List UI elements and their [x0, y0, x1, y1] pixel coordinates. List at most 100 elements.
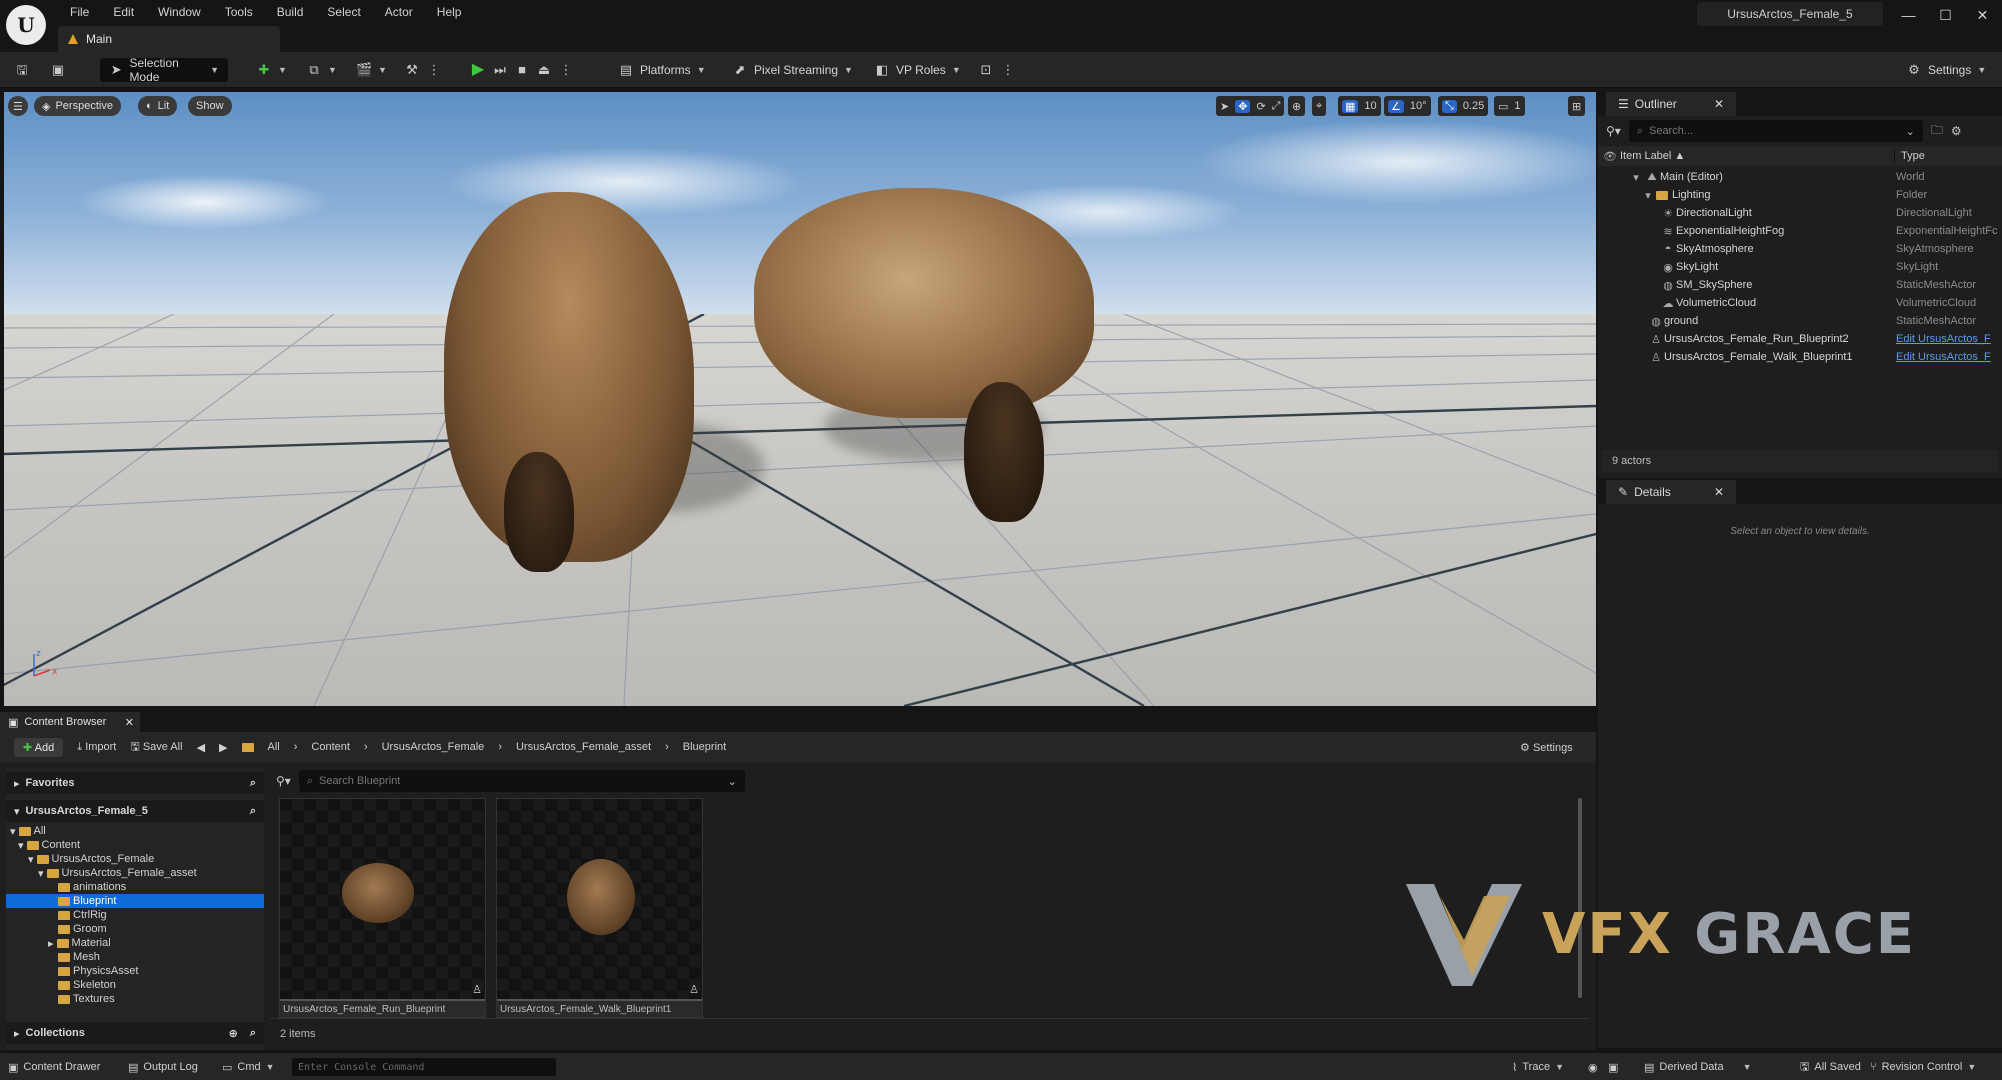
level-viewport[interactable]: ☰ ◈ Perspective ◐ Lit Show ➤ ✥ ⟳ ⤢ ⊕ ⌖ ▦ 10…	[4, 92, 1596, 706]
cmd-dropdown[interactable]: ▭ Cmd ▼	[222, 1058, 275, 1076]
forward-icon[interactable]: ▶	[219, 741, 227, 754]
breadcrumb-asset[interactable]: UrsusArctos_Female_asset	[516, 741, 651, 753]
settings-button[interactable]: ⚙ Settings ▼	[1906, 58, 1986, 82]
gear-icon[interactable]: ⚙	[1951, 124, 1962, 138]
favorites-section[interactable]: ▸ Favorites ⌕	[6, 772, 264, 794]
tree-row[interactable]: ▾ Lighting Folder	[1598, 186, 2002, 204]
collections-section[interactable]: ▸ Collections ⊕ ⌕	[6, 1022, 264, 1044]
tree-row[interactable]: ◓ SkyAtmosphere SkyAtmosphere	[1598, 240, 2002, 258]
selection-mode-dropdown[interactable]: ➤ Selection Mode ▼	[100, 56, 228, 84]
tree-row[interactable]: ◉ SkyLight SkyLight	[1598, 258, 2002, 276]
pixel-streaming-button[interactable]: ⬈ Pixel Streaming ▼	[732, 58, 853, 82]
show-button[interactable]: Show	[188, 96, 232, 116]
menu-edit[interactable]: Edit	[101, 2, 146, 22]
breadcrumb-blueprint[interactable]: Blueprint	[683, 741, 726, 753]
unreal-logo-icon[interactable]: U	[6, 5, 46, 45]
step-icon[interactable]: ⏭	[492, 62, 508, 78]
platforms-button[interactable]: ▤ Platforms ▼	[618, 58, 706, 82]
search-icon[interactable]: ⌕	[250, 1027, 256, 1040]
expand-icon[interactable]: ▾	[1640, 189, 1656, 202]
scale-icon[interactable]: ⤢	[1272, 100, 1281, 113]
derived-data-button[interactable]: ▤ Derived Data ▼	[1644, 1058, 1752, 1076]
tree-folder[interactable]: ▸ Material	[6, 936, 264, 950]
tree-folder[interactable]: PhysicsAsset	[6, 964, 264, 978]
expand-icon[interactable]: ▾	[1628, 171, 1644, 184]
edit-blueprint-link[interactable]: Edit UrsusArctos_F	[1896, 351, 1991, 363]
tree-folder[interactable]: Skeleton	[6, 978, 264, 992]
menu-build[interactable]: Build	[265, 2, 316, 22]
save-all-button[interactable]: 🖫 Save All	[130, 738, 182, 757]
tree-folder[interactable]: animations	[6, 880, 264, 894]
console-input[interactable]: Enter Console Command	[292, 1058, 556, 1076]
tree-row[interactable]: ♙ UrsusArctos_Female_Run_Blueprint2 Edit U…	[1598, 330, 2002, 348]
menu-actor[interactable]: Actor	[373, 2, 425, 22]
eject-icon[interactable]: ⏏	[536, 62, 552, 78]
cinematics-button[interactable]: 🎬 ▼	[356, 58, 387, 82]
menu-help[interactable]: Help	[425, 2, 474, 22]
close-icon[interactable]: ✕	[125, 716, 134, 729]
import-button[interactable]: ⤓ Import	[77, 741, 116, 754]
world-local-toggle[interactable]: ⊕	[1288, 96, 1306, 116]
output-log-button[interactable]: ▤ Output Log	[128, 1058, 198, 1076]
menu-select[interactable]: Select	[315, 2, 372, 22]
rotate-icon[interactable]: ⟳	[1256, 100, 1265, 113]
perspective-button[interactable]: ◈ Perspective	[34, 96, 121, 116]
scale-snap[interactable]: ⤡ 0.25	[1438, 96, 1489, 116]
save-button[interactable]: 🖫	[14, 58, 30, 82]
column-type[interactable]: Type	[1894, 150, 1925, 162]
revision-control-button[interactable]: ⑂ Revision Control ▼	[1870, 1058, 1976, 1076]
screenshot-button[interactable]: ▣	[1608, 1058, 1618, 1076]
close-icon[interactable]: ✕	[1964, 7, 2001, 24]
menu-window[interactable]: Window	[146, 2, 213, 22]
rotation-snap[interactable]: ∠ 10°	[1384, 96, 1431, 116]
lit-button[interactable]: ◐ Lit	[138, 96, 178, 116]
edit-blueprint-link[interactable]: Edit UrsusArctos_F	[1896, 333, 1991, 345]
bear-walk-actor[interactable]	[754, 188, 1094, 418]
tree-folder-selected[interactable]: Blueprint	[6, 894, 264, 908]
all-saved-indicator[interactable]: 🖫 All Saved	[1800, 1058, 1861, 1076]
add-folder-icon[interactable]: 🗀	[1931, 121, 1943, 142]
level-tab[interactable]: Main	[58, 26, 280, 52]
more-icon[interactable]: ⋮	[558, 62, 574, 78]
filter-icon[interactable]: ⚲▾	[1606, 124, 1621, 138]
trace-button[interactable]: ⌇ Trace ▼	[1512, 1058, 1564, 1076]
tree-folder[interactable]: Mesh	[6, 950, 264, 964]
switcher-button[interactable]: ⊡ ⋮	[978, 58, 1016, 82]
tree-folder[interactable]: Textures	[6, 992, 264, 1006]
tree-row[interactable]: ◍ ground StaticMeshActor	[1598, 312, 2002, 330]
add-actor-button[interactable]: ✚ ▼	[256, 58, 287, 82]
asset-search[interactable]: ⌕ Search Blueprint ⌄	[298, 770, 745, 792]
tree-row[interactable]: ▾ ⛰ Main (Editor) World	[1598, 168, 2002, 186]
close-icon[interactable]: ✕	[1714, 97, 1724, 111]
vp-roles-button[interactable]: ◧ VP Roles ▼	[874, 58, 961, 82]
menu-file[interactable]: File	[58, 2, 101, 22]
translate-icon[interactable]: ✥	[1235, 99, 1251, 113]
search-icon[interactable]: ⌕	[250, 777, 256, 790]
asset-tile[interactable]: ♙ UrsusArctos_Female_Run_Blueprint	[279, 798, 486, 1018]
maximize-icon[interactable]: ☐	[1927, 7, 1964, 24]
tree-folder[interactable]: Groom	[6, 922, 264, 936]
tree-folder[interactable]: ▾ All	[6, 824, 264, 838]
tree-folder[interactable]: ▾ Content	[6, 838, 264, 852]
tree-folder[interactable]: ▾ UrsusArctos_Female_asset	[6, 866, 264, 880]
tree-row[interactable]: ☁ VolumetricCloud VolumetricCloud	[1598, 294, 2002, 312]
layout-button[interactable]: ⊞	[1568, 96, 1586, 116]
details-tab[interactable]: ✎ Details ✕	[1606, 480, 1736, 504]
blueprint-button[interactable]: ⧉ ▼	[306, 58, 337, 82]
tree-row[interactable]: ≋ ExponentialHeightFog ExponentialHeightFc	[1598, 222, 2002, 240]
filter-icon[interactable]: ⚲▾	[276, 774, 291, 788]
stop-icon[interactable]: ■	[514, 62, 530, 78]
tree-folder[interactable]: ▾ UrsusArctos_Female	[6, 852, 264, 866]
add-collection-icon[interactable]: ⊕	[229, 1027, 238, 1040]
asset-tile[interactable]: ♙ UrsusArctos_Female_Walk_Blueprint1	[496, 798, 703, 1018]
cb-settings-button[interactable]: ⚙ Settings	[1520, 741, 1573, 754]
menu-tools[interactable]: Tools	[213, 2, 265, 22]
project-section[interactable]: ▾ UrsusArctos_Female_5 ⌕	[6, 800, 264, 822]
tree-row[interactable]: ◍ SM_SkySphere StaticMeshActor	[1598, 276, 2002, 294]
breadcrumb-ursus[interactable]: UrsusArctos_Female	[382, 741, 485, 753]
back-icon[interactable]: ◀	[197, 741, 205, 754]
camera-speed[interactable]: ▭ 1	[1494, 96, 1525, 116]
breadcrumb-content[interactable]: Content	[311, 741, 350, 753]
eye-icon[interactable]: 👁	[1602, 150, 1618, 163]
outliner-search[interactable]: ⌕ Search... ⌄	[1628, 120, 1923, 142]
